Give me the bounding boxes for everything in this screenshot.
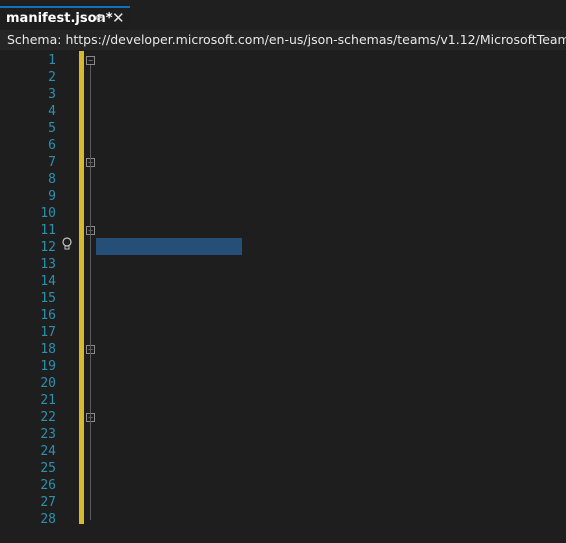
line-number: 9 <box>48 189 56 204</box>
line-number: 26 <box>40 478 56 493</box>
lightbulb-icon[interactable] <box>61 237 73 251</box>
line-number: 12 <box>40 240 56 255</box>
line-number: 11 <box>40 223 56 238</box>
line-number: 2 <box>48 70 56 85</box>
line-number: 18 <box>40 342 56 357</box>
schema-text: Schema: https://developer.microsoft.com/… <box>7 32 566 47</box>
line-number: 8 <box>48 172 56 187</box>
line-number: 25 <box>40 461 56 476</box>
line-number-gutter: 1 2 3 4 5 6 7 8 9 10 11 12 13 14 15 16 17 18 19 20 21 22 23 24 2… <box>0 50 60 543</box>
fold-guide-line <box>90 65 91 520</box>
line-number: 19 <box>40 359 56 374</box>
line-number: 1 <box>48 53 56 68</box>
fold-toggle-icon[interactable]: − <box>86 56 95 65</box>
line-number: 13 <box>40 257 56 272</box>
schema-bar: Schema: https://developer.microsoft.com/… <box>0 30 566 50</box>
line-number: 27 <box>40 495 56 510</box>
tab-manifest-json[interactable]: manifest.json* ⊕ ✕ <box>0 6 130 30</box>
line-number: 7 <box>48 155 56 170</box>
line-number: 3 <box>48 87 56 102</box>
line-number: 20 <box>40 376 56 391</box>
text-selection <box>96 238 242 255</box>
line-number: 21 <box>40 393 56 408</box>
line-number: 4 <box>48 104 56 119</box>
line-number: 28 <box>40 512 56 527</box>
line-number: 17 <box>40 325 56 340</box>
line-number: 23 <box>40 427 56 442</box>
line-number: 15 <box>40 291 56 306</box>
line-number: 5 <box>48 121 56 136</box>
line-number: 24 <box>40 444 56 459</box>
line-number: 10 <box>40 206 56 221</box>
change-tracking-bar <box>79 51 84 524</box>
line-number: 6 <box>48 138 56 153</box>
line-number: 16 <box>40 308 56 323</box>
pin-icon[interactable]: ⊕ <box>95 11 104 24</box>
line-number: 22 <box>40 410 56 425</box>
line-number: 14 <box>40 274 56 289</box>
tab-bar: manifest.json* ⊕ ✕ <box>0 0 566 31</box>
code-editor[interactable]: 1 2 3 4 5 6 7 8 9 10 11 12 13 14 15 16 17 18 19 20 21 22 23 24 2… <box>0 50 566 543</box>
close-icon[interactable]: ✕ <box>112 9 125 27</box>
